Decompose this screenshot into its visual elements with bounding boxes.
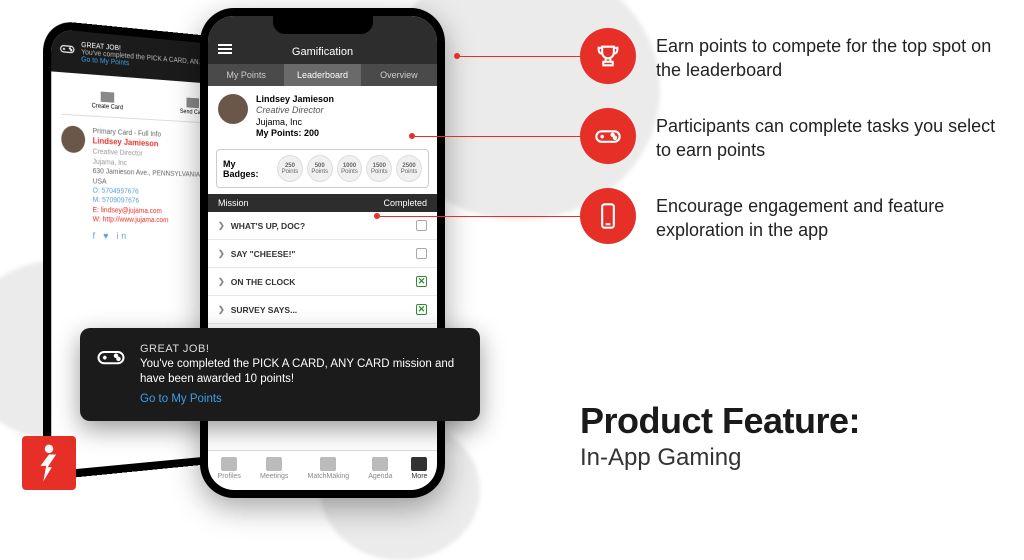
bottom-nav: Profiles Meetings MatchMaking Agenda Mor… (208, 450, 437, 490)
chevron-right-icon: ❯ (218, 221, 225, 230)
bullet-tasks: Participants can complete tasks you sele… (580, 108, 1010, 164)
bullet-text: Encourage engagement and feature explora… (656, 188, 1010, 243)
feature-bullets: Earn points to compete for the top spot … (580, 28, 1010, 268)
completed-checkbox (416, 220, 427, 231)
badges-label: My Badges: (223, 159, 271, 179)
chevron-right-icon: ❯ (218, 277, 225, 286)
controller-icon (580, 108, 636, 164)
mission-title: SAY "CHEESE!" (231, 249, 296, 259)
toast-body: You've completed the PICK A CARD, ANY CA… (140, 357, 464, 388)
chevron-right-icon: ❯ (218, 249, 225, 258)
hamburger-icon[interactable] (218, 42, 232, 56)
tab-overview[interactable]: Overview (361, 64, 437, 86)
mission-title: SURVEY SAYS... (231, 305, 297, 315)
mission-row[interactable]: ❯ SAY "CHEESE!" (208, 240, 437, 268)
controller-icon (96, 342, 126, 407)
tab-create-card[interactable]: Create Card (92, 91, 123, 111)
user-points: My Points: 200 (256, 128, 334, 139)
tab-leaderboard[interactable]: Leaderboard (284, 64, 360, 86)
user-name: Lindsey Jamieson (256, 94, 334, 105)
phone-icon (580, 188, 636, 244)
completed-checkbox: ✕ (416, 276, 427, 287)
header-title: Gamification (292, 46, 353, 58)
phone-mockup-front: Gamification My Points Leaderboard Overv… (200, 8, 445, 498)
completed-checkbox: ✕ (416, 304, 427, 315)
badge: 1000Points (337, 155, 363, 182)
controller-icon (59, 40, 75, 60)
user-company: Jujama, Inc (256, 117, 334, 128)
headline-subtitle: In-App Gaming (580, 444, 860, 472)
badge: 500Points (307, 155, 333, 182)
trophy-icon (580, 28, 636, 84)
nav-profiles[interactable]: Profiles (218, 457, 241, 480)
badges-row: My Badges: 250Points 500Points 1000Point… (216, 149, 429, 188)
nav-agenda[interactable]: Agenda (368, 457, 392, 480)
user-summary: Lindsey Jamieson Creative Director Jujam… (208, 86, 437, 143)
toast-title: GREAT JOB! (140, 342, 464, 357)
mission-title: ON THE CLOCK (231, 277, 296, 287)
achievement-toast: GREAT JOB! You've completed the PICK A C… (80, 328, 480, 421)
badge: 2500Points (396, 155, 422, 182)
bullet-leaderboard: Earn points to compete for the top spot … (580, 28, 1010, 84)
badge: 1500Points (366, 155, 392, 182)
completed-checkbox (416, 248, 427, 259)
user-title: Creative Director (256, 105, 334, 116)
phone-notch (273, 16, 373, 34)
completed-col: Completed (383, 198, 427, 208)
mission-header: Mission Completed (208, 194, 437, 212)
toast-link[interactable]: Go to My Points (140, 392, 222, 408)
mission-col: Mission (218, 198, 249, 208)
brand-logo (22, 436, 76, 490)
avatar (61, 125, 84, 153)
mission-title: WHAT'S UP, DOC? (231, 221, 305, 231)
bullet-engagement: Encourage engagement and feature explora… (580, 188, 1010, 244)
chevron-right-icon: ❯ (218, 305, 225, 314)
bullet-text: Earn points to compete for the top spot … (656, 28, 1010, 83)
nav-meetings[interactable]: Meetings (260, 457, 288, 480)
badge: 250Points (277, 155, 303, 182)
headline-title: Product Feature: (580, 400, 860, 442)
mission-row[interactable]: ❯ ON THE CLOCK ✕ (208, 268, 437, 296)
mission-row[interactable]: ❯ SURVEY SAYS... ✕ (208, 296, 437, 324)
nav-more[interactable]: More (411, 457, 427, 480)
headline: Product Feature: In-App Gaming (580, 400, 860, 472)
tab-my-points[interactable]: My Points (208, 64, 284, 86)
bullet-text: Participants can complete tasks you sele… (656, 108, 1010, 163)
gamification-tabs: My Points Leaderboard Overview (208, 64, 437, 86)
phone-stage: GREAT JOB! You've completed the PICK A C… (0, 0, 600, 512)
avatar (218, 94, 248, 124)
nav-matchmaking[interactable]: MatchMaking (307, 457, 349, 480)
